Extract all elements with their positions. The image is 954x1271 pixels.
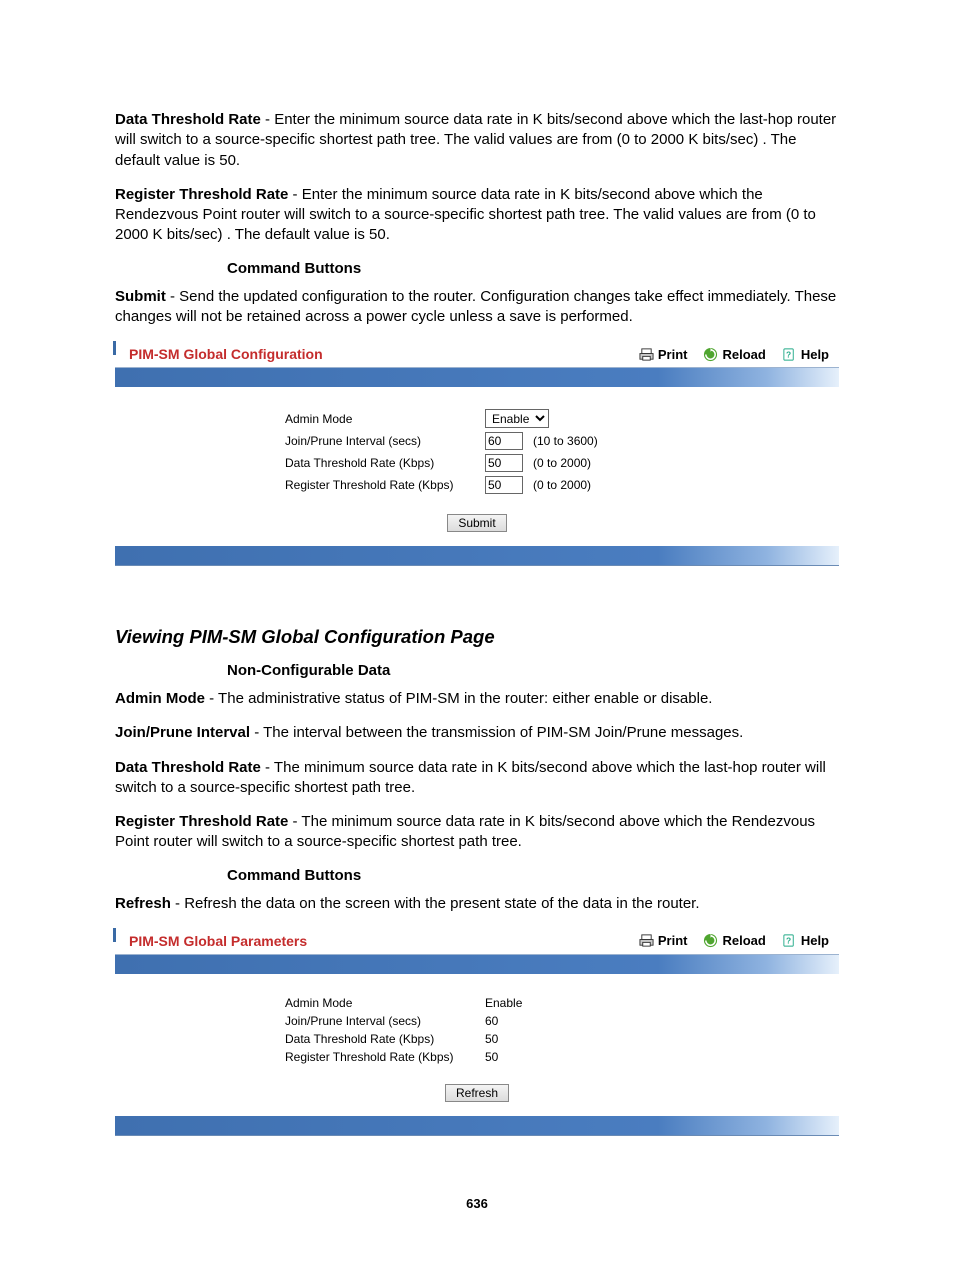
para-rtr-2: Register Threshold Rate - The minimum so…	[115, 812, 839, 853]
panel-pim-sm-global-parameters: PIM-SM Global Parameters Print Reload	[115, 928, 839, 1136]
panel-actions-2: Print Reload ? Help	[639, 933, 829, 948]
panel-divider-bottom	[115, 546, 839, 565]
reload-icon	[703, 933, 718, 948]
cmd-buttons-heading-1: Command Buttons	[227, 260, 839, 277]
print-button[interactable]: Print	[639, 933, 688, 948]
panel-header-2: PIM-SM Global Parameters Print Reload	[115, 928, 839, 955]
value-data-threshold-ro: 50	[485, 1032, 545, 1046]
print-icon	[639, 933, 654, 948]
para-rtr: Register Threshold Rate - Enter the mini…	[115, 185, 839, 246]
row-register-threshold: Register Threshold Rate (Kbps) (0 to 200…	[125, 476, 829, 494]
label-join-prune-ro: Join/Prune Interval (secs)	[125, 1014, 485, 1028]
help-button[interactable]: ? Help	[782, 347, 829, 362]
help-button[interactable]: ? Help	[782, 933, 829, 948]
panel-title: PIM-SM Global Configuration	[129, 346, 323, 362]
panel-header: PIM-SM Global Configuration Print Reload	[115, 341, 839, 368]
label-join-prune: Join/Prune Interval (secs)	[125, 434, 485, 448]
label-register-threshold: Register Threshold Rate (Kbps)	[125, 478, 485, 492]
svg-text:?: ?	[786, 349, 791, 359]
panel-body-2: Admin Mode Enable Join/Prune Interval (s…	[115, 974, 839, 1116]
refresh-button[interactable]: Refresh	[445, 1084, 509, 1102]
para-refresh: Refresh - Refresh the data on the screen…	[115, 894, 839, 914]
value-join-prune-ro: 60	[485, 1014, 545, 1028]
help-icon: ?	[782, 347, 797, 362]
join-prune-input[interactable]	[485, 432, 523, 450]
para-dtr: Data Threshold Rate - Enter the minimum …	[115, 110, 839, 171]
svg-text:?: ?	[786, 936, 791, 946]
help-icon: ?	[782, 933, 797, 948]
row-join-prune-ro: Join/Prune Interval (secs) 60	[125, 1014, 829, 1028]
panel-notch	[113, 341, 116, 355]
refresh-row: Refresh	[125, 1084, 829, 1102]
submit-row: Submit	[125, 514, 829, 532]
label-admin-mode-ro: Admin Mode	[125, 996, 485, 1010]
print-button[interactable]: Print	[639, 347, 688, 362]
label-admin-mode: Admin Mode	[125, 412, 485, 426]
panel-divider-top-2	[115, 955, 839, 974]
row-register-threshold-ro: Register Threshold Rate (Kbps) 50	[125, 1050, 829, 1064]
cmd-buttons-heading-2: Command Buttons	[227, 867, 839, 884]
panel-divider-top	[115, 368, 839, 387]
panel-pim-sm-global-configuration: PIM-SM Global Configuration Print Reload	[115, 341, 839, 566]
row-admin-mode-ro: Admin Mode Enable	[125, 996, 829, 1010]
hint-register-threshold: (0 to 2000)	[533, 478, 591, 492]
para-submit: Submit - Send the updated configuration …	[115, 287, 839, 328]
label-register-threshold-ro: Register Threshold Rate (Kbps)	[125, 1050, 485, 1064]
submit-button[interactable]: Submit	[447, 514, 506, 532]
hint-join-prune: (10 to 3600)	[533, 434, 598, 448]
reload-button[interactable]: Reload	[703, 347, 765, 362]
hint-data-threshold: (0 to 2000)	[533, 456, 591, 470]
row-admin-mode: Admin Mode Enable	[125, 409, 829, 428]
label-data-threshold: Data Threshold Rate (Kbps)	[125, 456, 485, 470]
print-icon	[639, 347, 654, 362]
reload-icon	[703, 347, 718, 362]
para-admin-mode: Admin Mode - The administrative status o…	[115, 689, 839, 709]
reload-button[interactable]: Reload	[703, 933, 765, 948]
row-join-prune: Join/Prune Interval (secs) (10 to 3600)	[125, 432, 829, 450]
value-admin-mode-ro: Enable	[485, 996, 545, 1010]
panel-actions: Print Reload ? Help	[639, 347, 829, 362]
value-register-threshold-ro: 50	[485, 1050, 545, 1064]
admin-mode-select[interactable]: Enable	[485, 409, 549, 428]
row-data-threshold-ro: Data Threshold Rate (Kbps) 50	[125, 1032, 829, 1046]
panel-body: Admin Mode Enable Join/Prune Interval (s…	[115, 387, 839, 546]
data-threshold-input[interactable]	[485, 454, 523, 472]
non-configurable-data-heading: Non-Configurable Data	[227, 662, 839, 679]
section-heading-viewing: Viewing PIM-SM Global Configuration Page	[115, 626, 839, 648]
panel-divider-bottom-2	[115, 1116, 839, 1135]
page-number: 636	[115, 1196, 839, 1211]
para-dtr-2: Data Threshold Rate - The minimum source…	[115, 758, 839, 799]
para-join-prune: Join/Prune Interval - The interval betwe…	[115, 723, 839, 743]
panel-title-2: PIM-SM Global Parameters	[129, 933, 307, 949]
panel-notch	[113, 928, 116, 942]
register-threshold-input[interactable]	[485, 476, 523, 494]
label-data-threshold-ro: Data Threshold Rate (Kbps)	[125, 1032, 485, 1046]
row-data-threshold: Data Threshold Rate (Kbps) (0 to 2000)	[125, 454, 829, 472]
